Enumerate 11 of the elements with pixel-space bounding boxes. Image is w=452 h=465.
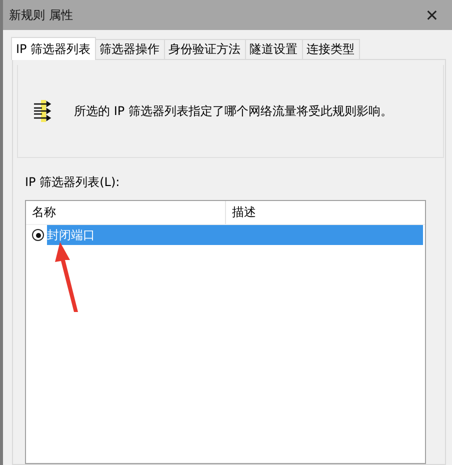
window-title: 新规则 属性 [9, 6, 73, 24]
list-label: IP 筛选器列表(L): [25, 174, 121, 191]
column-header[interactable]: 描述 [226, 201, 425, 224]
description-text: 所选的 IP 筛选器列表指定了哪个网络流量将受此规则影响。 [74, 102, 392, 120]
filter-list[interactable]: 名称 描述 封闭端口 [25, 200, 426, 464]
tab[interactable]: 连接类型 [302, 39, 360, 59]
radio-button[interactable] [32, 229, 44, 241]
close-button[interactable]: ✕ [412, 0, 452, 30]
column-header[interactable]: 名称 [26, 201, 226, 224]
tab[interactable]: IP 筛选器列表 [11, 37, 96, 60]
filter-arrows-icon [32, 99, 52, 123]
